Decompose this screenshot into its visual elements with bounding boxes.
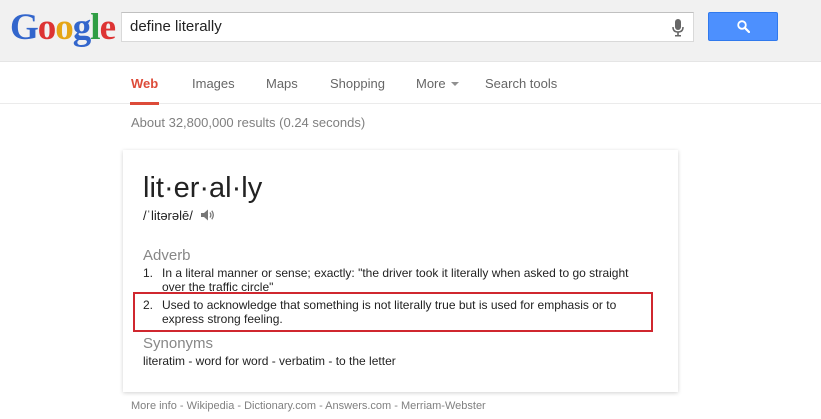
result-stats: About 32,800,000 results (0.24 seconds) — [131, 115, 366, 130]
highlight-box — [133, 292, 653, 332]
tab-search-tools[interactable]: Search tools — [485, 62, 557, 104]
speaker-icon[interactable] — [200, 208, 216, 222]
tab-images-label: Images — [192, 76, 235, 91]
search-button[interactable] — [708, 12, 778, 41]
headword: lit·er·al·ly — [143, 172, 263, 204]
chevron-down-icon — [450, 82, 459, 86]
header-bar: Google — [0, 0, 821, 62]
logo-letter: o — [37, 7, 56, 48]
search-box[interactable] — [121, 12, 694, 42]
part-of-speech: Adverb — [143, 247, 191, 264]
pronunciation-text: /ˈlitərəlē/ — [143, 208, 193, 223]
logo-letter: l — [90, 7, 100, 48]
logo-letter: e — [99, 7, 116, 48]
tab-more[interactable]: More — [416, 62, 459, 104]
tab-web[interactable]: Web — [129, 62, 160, 105]
tab-shopping[interactable]: Shopping — [330, 62, 385, 104]
microphone-icon[interactable] — [672, 19, 684, 37]
tab-maps-label: Maps — [266, 76, 298, 91]
tab-maps[interactable]: Maps — [266, 62, 298, 104]
definition-item-1: 1. In a literal manner or sense; exactly… — [143, 266, 655, 294]
definition-text: In a literal manner or sense; exactly: "… — [162, 266, 629, 294]
google-logo[interactable]: Google — [10, 7, 116, 48]
magnifier-icon — [737, 20, 750, 33]
logo-letter: o — [55, 7, 73, 48]
pronunciation: /ˈlitərəlē/ — [143, 208, 216, 224]
logo-letter: G — [10, 7, 39, 48]
tab-images[interactable]: Images — [192, 62, 235, 104]
more-info-links[interactable]: More info - Wikipedia - Dictionary.com -… — [131, 399, 486, 413]
tab-web-label: Web — [131, 76, 159, 91]
definition-card: lit·er·al·ly /ˈlitərəlē/ Adverb 1. In a … — [123, 150, 678, 392]
search-input[interactable] — [130, 13, 660, 41]
search-tabs: Web Images Maps Shopping More Search too… — [0, 62, 821, 105]
logo-letter: g — [72, 7, 91, 48]
tab-shopping-label: Shopping — [330, 76, 385, 91]
synonyms-label: Synonyms — [143, 335, 214, 352]
tab-search-tools-label: Search tools — [485, 76, 558, 91]
synonyms-list[interactable]: literatim - word for word - verbatim - t… — [143, 354, 396, 368]
tab-more-label: More — [416, 76, 446, 91]
definition-number: 1. — [143, 266, 154, 280]
